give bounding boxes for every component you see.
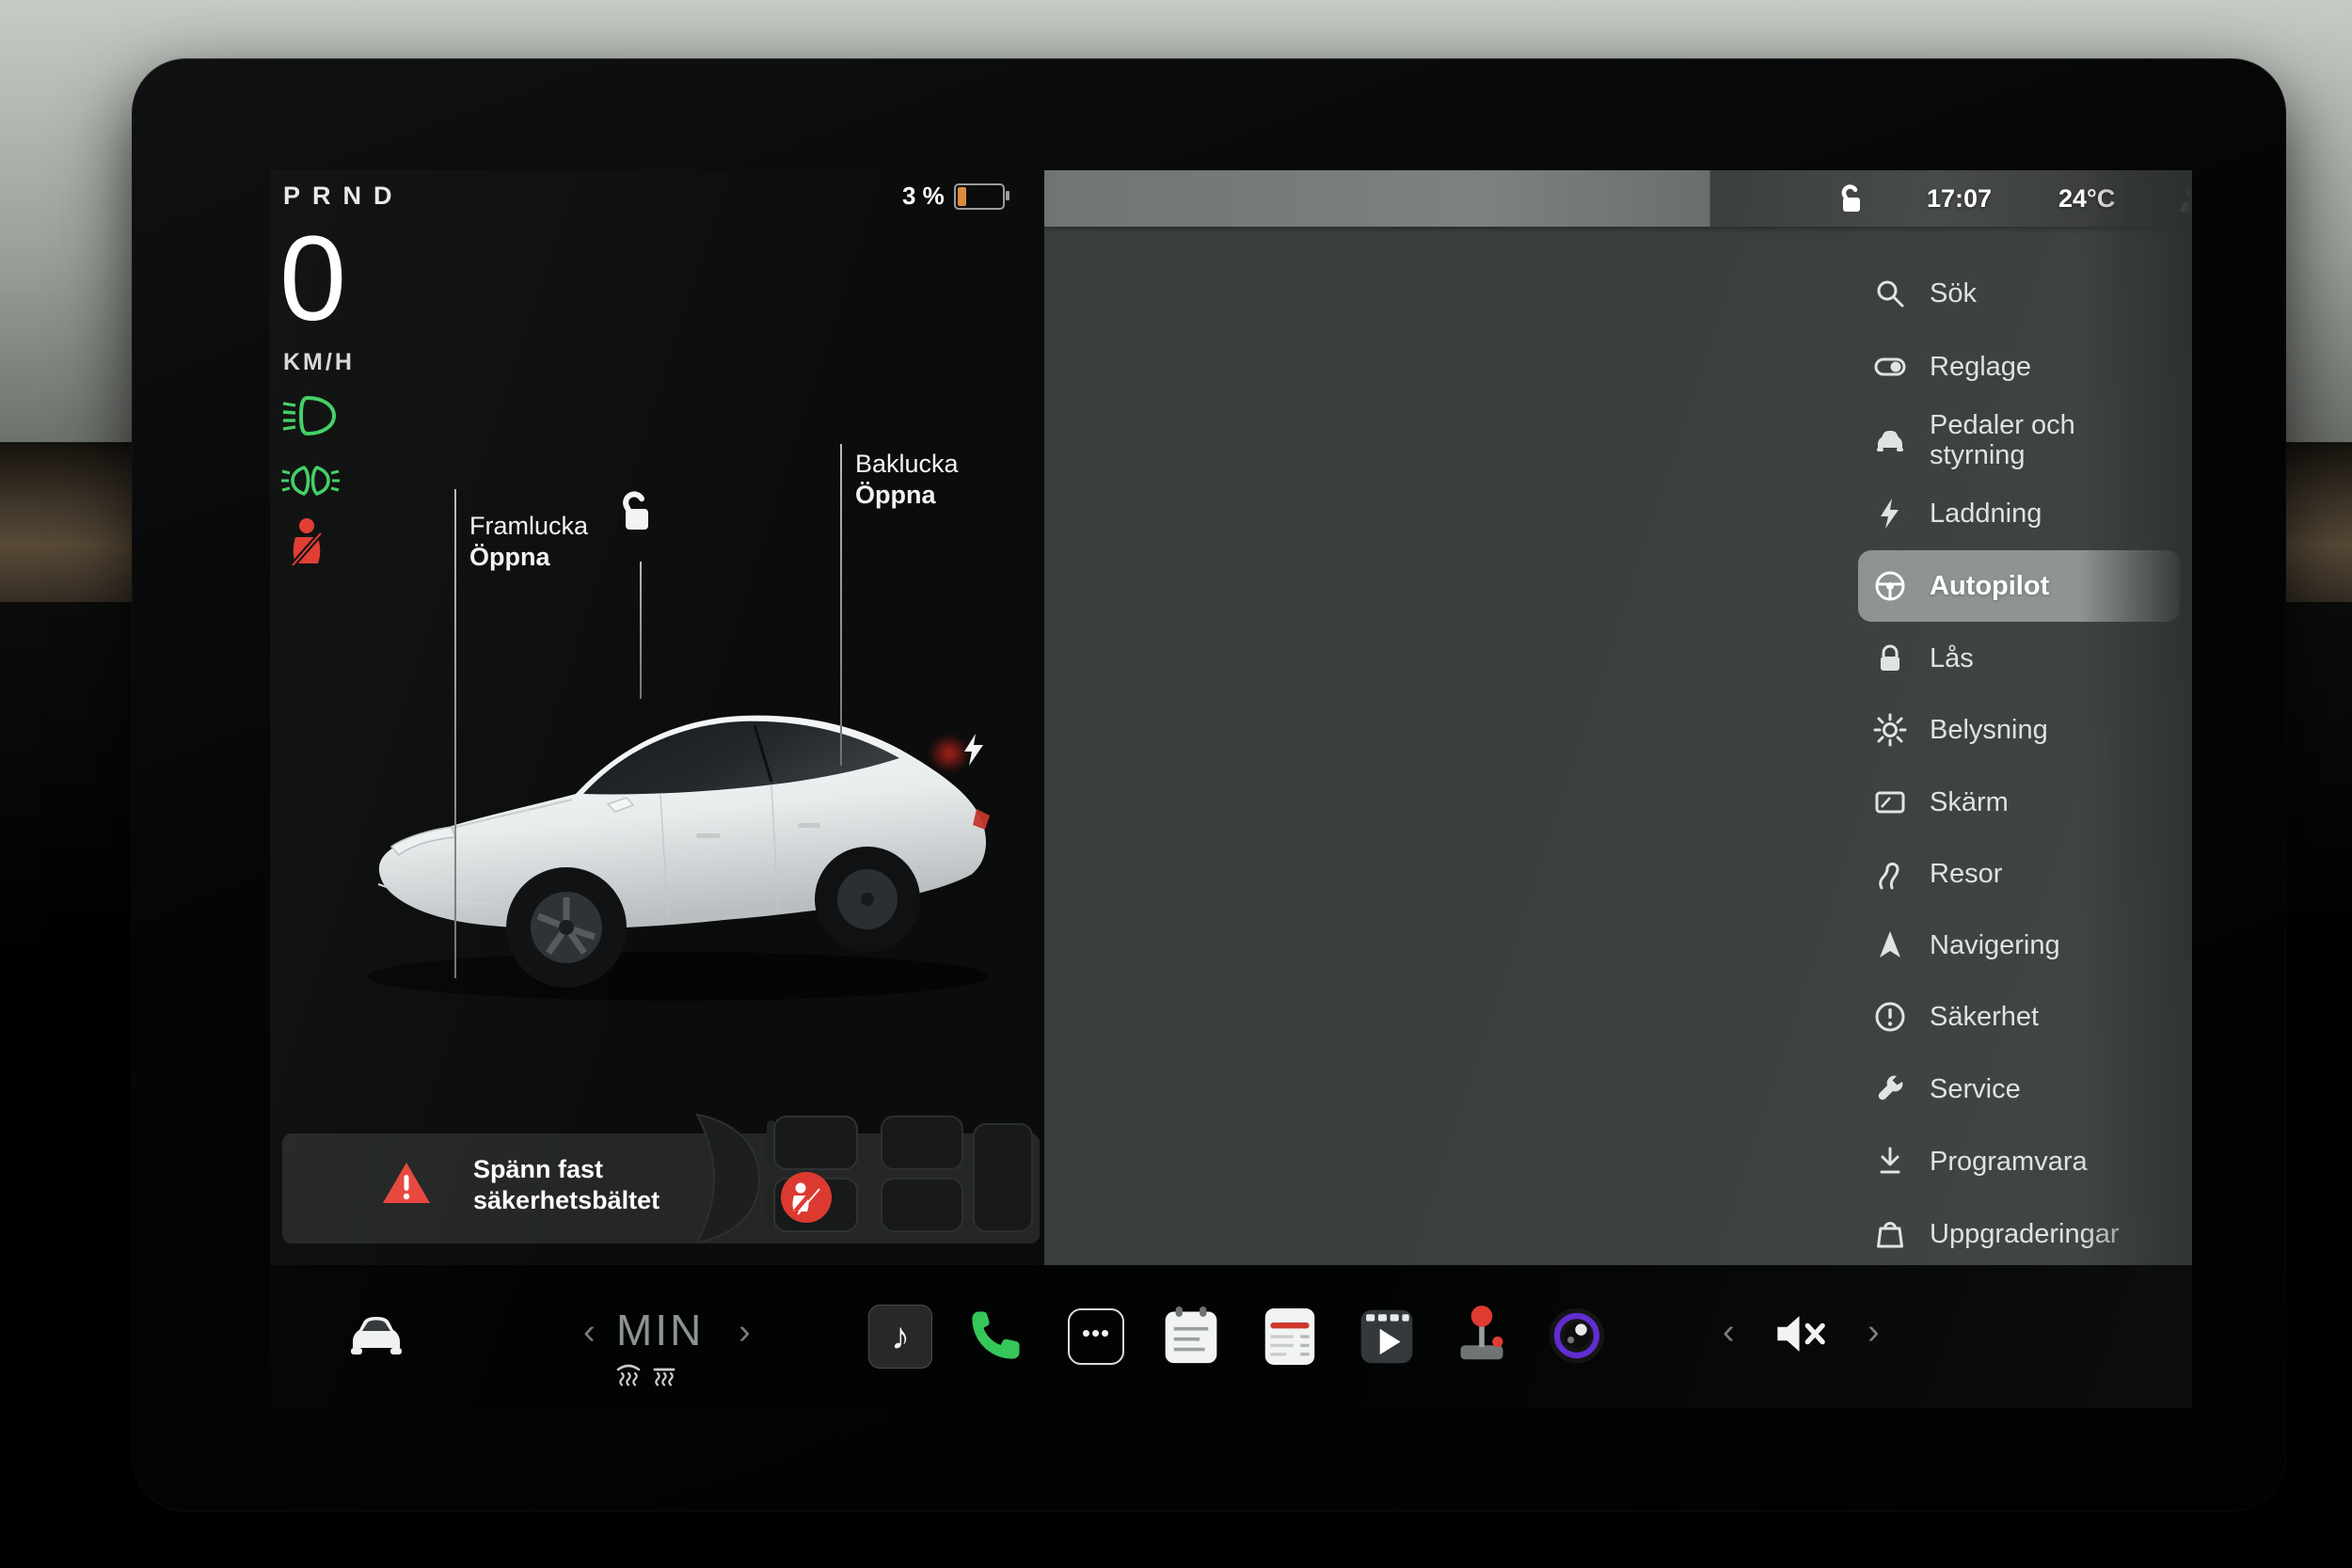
sidebar-item-label: Laddning [1930,499,2042,529]
alert-circle-icon [1875,1002,1905,1032]
trunk-action[interactable]: Öppna [855,480,959,511]
speed-unit: KM/H [283,349,355,375]
sidebar-item-label: Säkerhet [1930,1002,2040,1032]
map-strip: Bythjul [1044,170,2192,227]
lightning-icon [1881,499,1899,529]
tesla-touchscreen: PRND 3 % 0 KM/H Framlucka Öppna Baklucka… [270,170,2192,1408]
clock: 17:07 [1927,184,1993,213]
vehicle-visualization [367,715,990,1001]
mute-speaker-icon[interactable] [1773,1310,1828,1357]
battery-status: 3 % [902,182,1009,211]
navigation-arrow-icon [1880,931,1900,958]
seatbelt-warning-text: Spänn fast säkerhetsbältet [473,1155,660,1214]
cabin-seat-map [695,1113,1033,1244]
car-status-dock-icon[interactable] [345,1310,407,1359]
frunk-name: Framlucka [469,512,589,540]
unlocked-icon [623,491,648,530]
speedometer-value: 0 [279,212,347,346]
display-icon [1875,791,1905,814]
settings-panel: Bythjul 17:07 24°C Profil [1044,170,2192,1265]
theater-app-icon[interactable] [1358,1307,1416,1367]
sidebar-item-label: Resor [1930,859,2003,889]
frunk-label[interactable]: Framlucka Öppna [469,511,588,573]
sidebar-item-label: Belysning [1930,715,2048,745]
sidebar-item-label: Programvara [1930,1147,2088,1177]
volume-up-arrow[interactable]: › [1867,1314,1880,1350]
frunk-leader-line [454,489,456,978]
gear-indicator: PRND [283,182,405,210]
sidebar-item-label: Navigering [1930,930,2060,960]
arcade-app-icon[interactable] [1454,1303,1510,1367]
front-defrost-icon[interactable] [614,1361,643,1389]
driver-profile-name[interactable]: MIN [616,1305,704,1355]
charge-port-icon[interactable] [960,733,988,767]
download-icon [1880,1147,1900,1174]
dashboard-photo: PRND 3 % 0 KM/H Framlucka Öppna Baklucka… [0,0,2352,1568]
camera-lens-app-icon[interactable] [1548,1307,1606,1365]
rear-defrost-icon[interactable] [650,1361,678,1389]
radio-tuner-app-icon[interactable] [1262,1305,1318,1369]
sidebar-item-label: Reglage [1930,352,2032,382]
sidebar-item-label: Service [1930,1074,2021,1104]
seatbelt-warning-icon [290,518,324,567]
trunk-name: Baklucka [855,450,959,478]
calendar-app-icon[interactable] [1162,1305,1220,1367]
trunk-label[interactable]: Baklucka Öppna [855,449,959,511]
sidebar-item-label: Autopilot [1930,571,2050,601]
lock-leader-line [640,562,642,699]
search-icon [1877,280,1904,308]
trunk-leader-line [840,444,842,766]
volume-down-arrow[interactable]: ‹ [1723,1314,1735,1350]
more-apps-icon[interactable]: ••• [1068,1308,1124,1365]
warning-triangle-icon [383,1163,430,1203]
wrench-icon [1878,1075,1903,1101]
sidebar-item-label: Sök [1930,278,1977,309]
brightness-icon [1873,713,1907,747]
panel-edge-shade [2079,170,2192,1265]
toggle-icon [1874,357,1906,376]
profile-prev-arrow[interactable]: ‹ [583,1314,596,1350]
route-icon [1879,863,1899,890]
steering-wheel-icon [1875,571,1905,601]
shopping-bag-icon [1877,1222,1903,1248]
lock-icon [1881,644,1899,671]
dock-bar: ‹ MIN › ♪ ••• ‹ › [270,1265,2192,1408]
profile-next-arrow[interactable]: › [739,1314,751,1350]
battery-percent: 3 % [902,182,945,210]
battery-icon [953,182,1009,210]
low-beam-icon [282,395,337,436]
sidebar-item-label: Lås [1930,643,1974,673]
phone-app-icon[interactable] [966,1307,1025,1365]
position-lamps-icon [281,465,340,497]
unlocked-status-icon[interactable] [1835,183,1867,215]
car-icon [1877,431,1903,451]
music-app-icon[interactable]: ♪ [868,1305,932,1369]
sidebar-item-label: Skärm [1930,787,2009,817]
cluster-panel: PRND 3 % 0 KM/H Framlucka Öppna Baklucka… [270,170,1044,1265]
frunk-action[interactable]: Öppna [469,542,588,573]
